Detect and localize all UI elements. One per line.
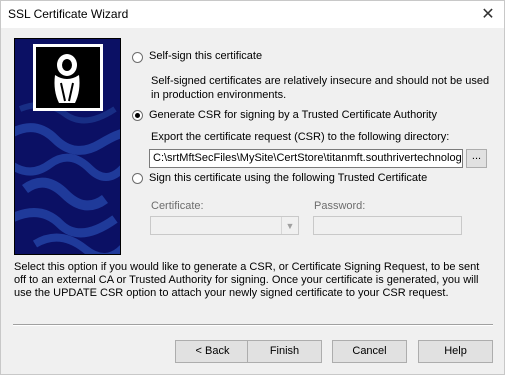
csr-directory-input[interactable]: C:\srtMftSecFiles\MySite\CertStore\titan…	[149, 149, 463, 168]
close-icon[interactable]: ✕	[476, 3, 500, 25]
generate-csr-radio[interactable]	[132, 110, 143, 121]
self-sign-description: Self-signed certificates are relatively …	[151, 75, 490, 101]
cancel-button[interactable]: Cancel	[332, 340, 407, 363]
self-sign-label[interactable]: Self-sign this certificate	[149, 50, 262, 62]
chevron-down-icon[interactable]: ▼	[281, 217, 298, 234]
password-field[interactable]	[313, 216, 462, 235]
wizard-panel: Self-sign this certificate Self-signed c…	[1, 28, 504, 374]
certificate-wizard-figure-icon	[14, 38, 121, 255]
self-sign-radio[interactable]	[132, 52, 143, 63]
sign-trusted-radio[interactable]	[132, 173, 143, 184]
export-directory-label: Export the certificate request (CSR) to …	[151, 131, 450, 143]
button-separator	[13, 324, 493, 326]
generate-csr-label[interactable]: Generate CSR for signing by a Trusted Ce…	[149, 109, 437, 121]
password-label: Password:	[314, 200, 366, 212]
window-title: SSL Certificate Wizard	[8, 7, 129, 21]
sign-trusted-label[interactable]: Sign this certificate using the followin…	[149, 172, 427, 184]
certificate-select[interactable]: ▼	[150, 216, 299, 235]
title-bar: SSL Certificate Wizard ✕	[1, 1, 504, 28]
browse-button[interactable]: ...	[466, 149, 487, 168]
finish-button[interactable]: Finish	[247, 340, 322, 363]
help-description: Select this option if you would like to …	[14, 261, 480, 299]
back-button[interactable]: < Back	[175, 340, 250, 363]
help-button[interactable]: Help	[418, 340, 493, 363]
wizard-window: SSL Certificate Wizard ✕ Self-sign this …	[0, 0, 505, 375]
certificate-label: Certificate:	[151, 200, 204, 212]
